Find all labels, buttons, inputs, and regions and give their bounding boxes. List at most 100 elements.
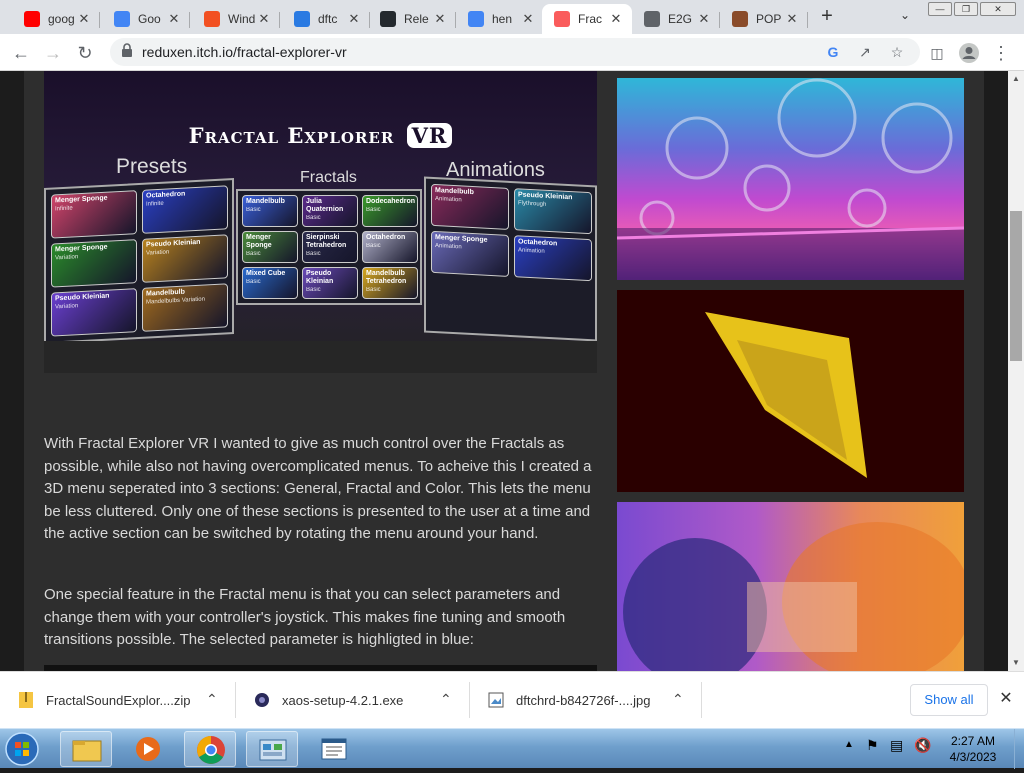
volume-muted-icon[interactable]: 🔇 [914, 737, 931, 754]
screenshot-kleinian-fractal[interactable] [617, 78, 964, 280]
download-item-exe[interactable]: xaos-setup-4.2.1.exe ⌃ [236, 672, 470, 728]
menu-tile: Mandelbulb Mandelbulbs Variation [142, 283, 228, 332]
download-item-jpg[interactable]: dftchrd-b842726f-....jpg ⌃ [470, 672, 702, 728]
url-text[interactable]: reduxen.itch.io/fractal-explorer-vr [142, 44, 347, 60]
new-tab-button[interactable]: + [816, 6, 838, 28]
show-desktop-button[interactable] [1014, 729, 1024, 769]
tab-8[interactable]: POP ✕ [720, 4, 808, 34]
menu-tile-sub: Basic [306, 215, 321, 221]
forward-button[interactable]: → [40, 40, 66, 66]
menu-tile-sub: Basic [366, 243, 381, 249]
tab-0[interactable]: goog ✕ [12, 4, 100, 34]
bookmark-star-icon[interactable]: ☆ [888, 43, 906, 61]
reload-button[interactable]: ↻ [72, 40, 98, 66]
google-icon [468, 11, 484, 27]
menu-tile-label: Octahedron [366, 234, 406, 241]
hero-floor [44, 341, 597, 373]
ibb-icon [294, 11, 310, 27]
clock-time: 2:27 AM [950, 734, 996, 748]
zip-file-icon [19, 692, 33, 708]
menu-tile-sub: Basic [306, 251, 321, 257]
menu-kebab-icon[interactable]: ⋮ [988, 40, 1014, 66]
address-bar[interactable]: reduxen.itch.io/fractal-explorer-vr G ↗ … [110, 38, 920, 66]
exe-file-icon [255, 693, 269, 707]
menu-tile: Pseudo Kleinian Flythrough [514, 188, 592, 235]
profile-avatar-icon[interactable] [956, 40, 982, 66]
tab-4[interactable]: Rele ✕ [368, 4, 456, 34]
page-scrollbar[interactable]: ▲ ▼ [1008, 71, 1024, 671]
chevron-up-icon[interactable]: ⌃ [206, 691, 218, 708]
show-all-downloads-button[interactable]: Show all [910, 684, 988, 716]
tab-1[interactable]: Goo ✕ [102, 4, 190, 34]
close-downloads-bar-icon[interactable]: ✕ [996, 689, 1016, 709]
taskbar-chrome[interactable] [184, 731, 236, 767]
menu-tile-label: Sierpinski Tetrahedron [306, 234, 347, 249]
close-tab-icon[interactable]: ✕ [608, 11, 624, 27]
windows-start-icon [5, 732, 39, 766]
download-filename: FractalSoundExplor....zip [46, 692, 191, 708]
start-button[interactable] [4, 731, 48, 767]
taskbar-clock[interactable]: 2:27 AM 4/3/2023 [938, 733, 1008, 765]
menu-tile-sub: Basic [366, 287, 381, 293]
taskbar-notepad[interactable] [308, 731, 360, 767]
menu-tile: Pseudo Kleinian Variation [142, 234, 228, 283]
close-tab-icon[interactable]: ✕ [696, 11, 712, 27]
maximize-button[interactable]: ❐ [954, 2, 978, 16]
chevron-up-icon[interactable]: ⌃ [672, 691, 684, 708]
chrome-icon [197, 736, 225, 764]
chevron-up-icon[interactable]: ⌃ [440, 691, 452, 708]
screenshot-yellow-fractal[interactable] [617, 290, 964, 492]
screenshot-mandelbox-fractal[interactable] [617, 502, 964, 671]
tab-search-icon[interactable]: ⌄ [896, 8, 914, 26]
menu-tile: Sierpinski Tetrahedron Basic [302, 231, 358, 263]
hero-title: Fractal Explorer VR [44, 123, 597, 148]
close-tab-icon[interactable]: ✕ [520, 11, 536, 27]
menu-tile-sub: Basic [306, 287, 321, 293]
download-filename: dftchrd-b842726f-....jpg [516, 692, 651, 708]
back-button[interactable]: ← [8, 40, 34, 66]
share-icon[interactable]: ↗ [856, 43, 874, 61]
menu-tile-label: Mixed Cube [246, 270, 286, 277]
minimize-button[interactable]: — [928, 2, 952, 16]
action-center-flag-icon[interactable]: ⚑ [866, 737, 879, 754]
media-player-icon [136, 737, 160, 761]
tab-5[interactable]: hen ✕ [456, 4, 544, 34]
close-window-button[interactable]: ✕ [980, 2, 1016, 16]
menu-tile: Pseudo Kleinian Variation [51, 288, 137, 337]
folder-icon [72, 740, 102, 762]
close-tab-icon[interactable]: ✕ [784, 11, 800, 27]
network-icon[interactable]: ▤ [890, 737, 903, 754]
animations-panel: Mandelbulb Animation Pseudo Kleinian Flythr… [424, 176, 597, 342]
menu-tile: Julia Quaternion Basic [302, 195, 358, 227]
taskbar-explorer[interactable] [60, 731, 112, 767]
section-heading-presets: Presets [116, 155, 188, 178]
download-item-zip[interactable]: FractalSoundExplor....zip ⌃ [0, 672, 236, 728]
taskbar-media-player[interactable] [122, 731, 174, 767]
scroll-up-arrow[interactable]: ▲ [1008, 71, 1024, 87]
close-tab-icon[interactable]: ✕ [76, 11, 92, 27]
globe-icon [644, 11, 660, 27]
tab-6[interactable]: Frac ✕ [542, 4, 632, 34]
tab-7[interactable]: E2G ✕ [632, 4, 720, 34]
tab-2[interactable]: Wind ✕ [192, 4, 280, 34]
windows-icon [204, 11, 220, 27]
close-tab-icon[interactable]: ✕ [346, 11, 362, 27]
pop-icon [732, 11, 748, 27]
scroll-down-arrow[interactable]: ▼ [1008, 655, 1024, 671]
close-tab-icon[interactable]: ✕ [256, 11, 272, 27]
window-app-icon [321, 738, 347, 760]
control-panel-icon [259, 739, 287, 761]
menu-tile-label: Pseudo Kleinian [306, 270, 334, 285]
taskbar-control-panel[interactable] [246, 731, 298, 767]
close-tab-icon[interactable]: ✕ [432, 11, 448, 27]
menu-tile: Mandelbulb Animation [431, 183, 509, 230]
menu-tile: Dodecahedron Basic [362, 195, 418, 227]
google-lens-icon[interactable]: G [824, 43, 842, 61]
scroll-thumb[interactable] [1010, 211, 1022, 361]
close-tab-icon[interactable]: ✕ [166, 11, 182, 27]
show-hidden-icons-arrow[interactable]: ▲ [844, 739, 854, 750]
lock-icon[interactable] [118, 43, 136, 61]
menu-tile-label: Menger Sponge [246, 234, 272, 249]
side-panel-icon[interactable]: ◫ [924, 40, 950, 66]
tab-3[interactable]: dftc ✕ [282, 4, 370, 34]
